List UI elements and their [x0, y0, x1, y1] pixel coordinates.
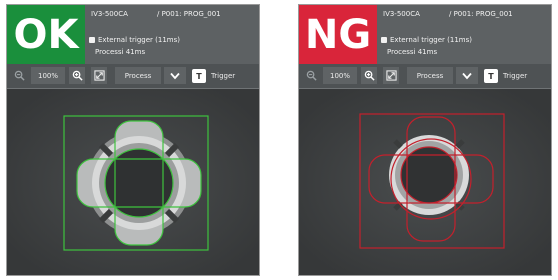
trigger-mode-label: External trigger (11ms)	[390, 36, 472, 44]
fit-screen-icon	[93, 70, 105, 81]
chevron-down-icon	[170, 72, 180, 79]
device-name: IV3-500CA	[383, 10, 420, 18]
zoom-level: 100%	[31, 67, 65, 84]
fit-view-button[interactable]	[91, 67, 107, 84]
trigger-mode-label: External trigger (11ms)	[98, 36, 180, 44]
camera-panel-ng: NG IV3-500CA / P001: PROG_001 External t…	[298, 4, 552, 276]
zoom-out-icon	[14, 70, 25, 81]
result-badge-ok: OK	[7, 5, 85, 64]
trigger-mode: External trigger (11ms)	[381, 36, 472, 44]
camera-view	[299, 89, 551, 275]
zoom-in-button[interactable]	[69, 67, 85, 84]
trigger-button[interactable]: Trigger	[500, 67, 544, 84]
camera-panel-ok: OK IV3-500CA / P001: PROG_001 External t…	[6, 4, 260, 276]
zoom-in-icon	[72, 70, 83, 81]
zoom-in-icon	[364, 70, 375, 81]
zoom-in-button[interactable]	[361, 67, 377, 84]
process-dropdown-toggle[interactable]	[456, 67, 478, 84]
fit-screen-icon	[385, 70, 397, 81]
toolbar: 100% Process T Trigger	[299, 64, 551, 89]
zoom-out-icon	[306, 70, 317, 81]
process-dropdown[interactable]: Process	[115, 67, 161, 84]
trigger-indicator-icon	[381, 37, 387, 43]
program-name: / P001: PROG_001	[449, 10, 513, 18]
result-badge-ng: NG	[299, 5, 377, 64]
zoom-out-button[interactable]	[11, 67, 27, 84]
part-image-ok	[7, 89, 259, 275]
fit-view-button[interactable]	[383, 67, 399, 84]
program-name: / P001: PROG_001	[157, 10, 221, 18]
trigger-icon[interactable]: T	[484, 69, 498, 83]
trigger-icon[interactable]: T	[192, 69, 206, 83]
process-dropdown[interactable]: Process	[407, 67, 453, 84]
panel-header: OK IV3-500CA / P001: PROG_001 External t…	[7, 5, 259, 64]
process-time: Processi 41ms	[387, 48, 438, 56]
zoom-out-button[interactable]	[303, 67, 319, 84]
process-dropdown-toggle[interactable]	[164, 67, 186, 84]
device-name: IV3-500CA	[91, 10, 128, 18]
camera-view	[7, 89, 259, 275]
trigger-indicator-icon	[89, 37, 95, 43]
panel-header: NG IV3-500CA / P001: PROG_001 External t…	[299, 5, 551, 64]
trigger-button[interactable]: Trigger	[208, 67, 252, 84]
trigger-mode: External trigger (11ms)	[89, 36, 180, 44]
zoom-level: 100%	[323, 67, 357, 84]
chevron-down-icon	[462, 72, 472, 79]
process-time: Processi 41ms	[95, 48, 146, 56]
part-image-ng	[299, 89, 551, 275]
toolbar: 100% Process T Trigger	[7, 64, 259, 89]
